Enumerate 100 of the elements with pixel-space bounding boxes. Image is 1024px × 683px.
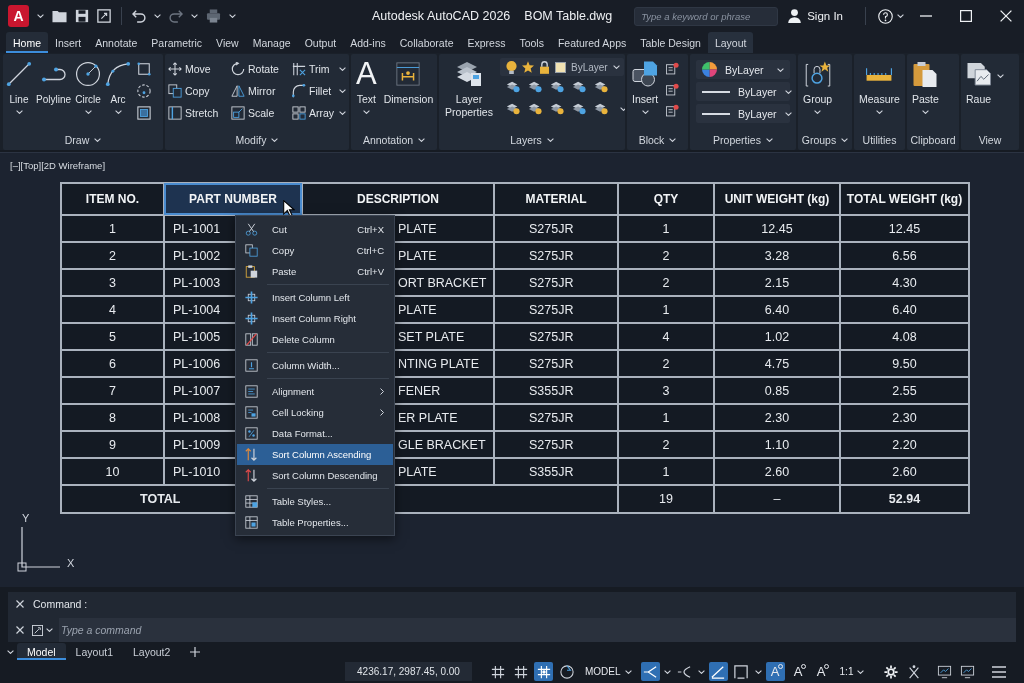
ribbon-button[interactable]: Paste — [909, 58, 942, 128]
caret-icon[interactable] — [897, 14, 904, 18]
caret-icon[interactable] — [697, 669, 705, 674]
annotation-toggle[interactable]: A — [788, 662, 808, 681]
ribbon-button[interactable]: Measure — [856, 58, 903, 128]
property-dropdown[interactable]: ByLayer — [696, 104, 790, 123]
app-logo-button[interactable]: A — [8, 5, 29, 27]
sign-in-button[interactable]: Sign In — [788, 9, 843, 23]
settings-button[interactable] — [881, 662, 901, 681]
caret-icon[interactable] — [37, 14, 44, 18]
ribbon-button[interactable]: Line — [4, 58, 34, 128]
ribbon-tab[interactable]: View — [209, 32, 246, 53]
status-toggle[interactable] — [731, 662, 751, 681]
note-dot-icon[interactable] — [666, 83, 680, 96]
rectangle-icon[interactable] — [137, 62, 152, 76]
layout-tab[interactable]: Layout1 — [65, 643, 123, 660]
menu-item[interactable]: Sort Column Ascending — [237, 444, 393, 465]
ribbon-button[interactable]: Rotate — [231, 58, 292, 80]
status-toggle[interactable] — [534, 662, 553, 681]
note-dot-icon[interactable] — [666, 104, 680, 117]
layer-dropdown[interactable]: ByLayer — [500, 58, 624, 76]
panel-title-button[interactable]: Annotation — [358, 130, 430, 150]
ribbon-tab[interactable]: Table Design — [633, 32, 708, 53]
ribbon-tab[interactable]: Parametric — [144, 32, 210, 53]
status-toggle[interactable] — [708, 662, 728, 681]
ribbon-tab[interactable]: Home — [6, 32, 48, 53]
ribbon-tab[interactable]: Express — [460, 32, 513, 53]
model-tab[interactable]: Model — [17, 643, 66, 660]
panel-title-button[interactable]: Clipboard — [907, 130, 959, 150]
layout-tab[interactable]: Layout2 — [123, 643, 181, 660]
ribbon-button[interactable]: Group — [800, 58, 836, 128]
property-dropdown[interactable]: ByLayer — [696, 82, 790, 101]
panel-title-button[interactable]: Draw — [60, 130, 106, 150]
ribbon-button[interactable]: Move — [168, 58, 231, 80]
annotation-scale-button[interactable]: 1:1 — [834, 662, 870, 681]
column-header[interactable]: ITEM NO. — [61, 183, 164, 215]
viewport-controls[interactable]: [–][Top][2D Wireframe] — [10, 160, 106, 172]
panel-title-button[interactable]: Block — [634, 130, 681, 150]
command-input[interactable]: Type a command — [59, 618, 1016, 642]
note-dot-icon[interactable] — [666, 62, 680, 75]
panel-title-button[interactable]: Modify — [231, 130, 283, 150]
arrow-square-icon[interactable] — [97, 9, 111, 23]
ribbon-button[interactable]: Trim — [292, 58, 348, 80]
model-space-button[interactable]: MODEL — [580, 662, 637, 681]
column-header[interactable]: UNIT WEIGHT (kg) — [714, 183, 840, 215]
panel-title-button[interactable]: Utilities — [858, 130, 901, 150]
close-icon[interactable] — [16, 600, 24, 608]
annotation-toggle[interactable]: A — [765, 662, 785, 681]
ribbon-tab[interactable]: Layout — [707, 32, 754, 53]
panel-title-button[interactable]: Groups — [798, 130, 852, 150]
ribbon-button[interactable]: Layer Properties — [441, 58, 497, 128]
column-header[interactable]: QTY — [618, 183, 714, 215]
plus-icon[interactable] — [190, 646, 201, 657]
menu-item[interactable]: Table Properties... — [237, 512, 393, 533]
ribbon-button[interactable]: Fillet — [292, 80, 348, 102]
ribbon-button[interactable]: Raue — [963, 58, 995, 128]
undo-icon[interactable] — [132, 9, 146, 23]
panel-title-button[interactable]: Properties — [709, 130, 777, 150]
caret-icon[interactable] — [663, 669, 671, 674]
column-header[interactable]: PART NUMBER — [164, 183, 302, 215]
ribbon-tab[interactable]: Collaborate — [392, 32, 461, 53]
ribbon-tab[interactable]: Insert — [48, 32, 89, 53]
ribbon-tab[interactable]: Add-ins — [343, 32, 393, 53]
ribbon-button[interactable]: Circle — [73, 58, 104, 128]
folder-icon[interactable] — [52, 9, 67, 23]
printer-icon[interactable] — [206, 9, 221, 23]
ribbon-button[interactable]: A Text — [353, 58, 380, 128]
ribbon-tab[interactable]: Tools — [512, 32, 551, 53]
caret-icon[interactable] — [229, 14, 236, 18]
ribbon-button[interactable]: Scale — [231, 102, 292, 124]
column-header[interactable]: MATERIAL — [494, 183, 618, 215]
status-toggle[interactable] — [640, 662, 660, 681]
caret-icon[interactable] — [191, 14, 198, 18]
ribbon-button[interactable]: Stretch — [168, 102, 231, 124]
command-options-button[interactable] — [32, 624, 53, 636]
menu-item[interactable]: Table Styles... — [237, 491, 393, 512]
ribbon-button[interactable]: Copy — [168, 80, 231, 102]
ribbon-tab[interactable]: Manage — [245, 32, 298, 53]
redo-icon[interactable] — [169, 9, 183, 23]
close-icon[interactable] — [16, 626, 24, 634]
ribbon-tab[interactable]: Annotate — [88, 32, 145, 53]
dashed-circle-icon[interactable] — [137, 84, 152, 98]
annotation-toggle[interactable]: A — [811, 662, 831, 681]
ribbon-button[interactable]: Polyline — [34, 58, 74, 128]
ribbon-button[interactable]: Dimension — [380, 58, 437, 128]
panel-title-button[interactable]: View — [974, 130, 1006, 150]
column-header[interactable]: TOTAL WEIGHT (kg) — [840, 183, 969, 215]
caret-icon[interactable] — [620, 107, 625, 111]
panel-title-button[interactable]: Layers — [506, 130, 558, 150]
nested-square-icon[interactable] — [137, 106, 152, 120]
property-dropdown[interactable]: ByLayer — [696, 60, 790, 79]
help-icon[interactable] — [878, 8, 893, 24]
ribbon-tab[interactable]: Output — [297, 32, 344, 53]
ribbon-tab[interactable]: Featured Apps — [550, 32, 634, 53]
caret-icon[interactable] — [997, 74, 1005, 78]
ribbon-button[interactable]: Mirror — [231, 80, 292, 102]
caret-icon[interactable] — [154, 14, 161, 18]
ribbon-button[interactable]: Arc — [103, 58, 134, 128]
search-field[interactable]: Type a keyword or phrase — [634, 6, 779, 26]
ribbon-button[interactable]: Array — [292, 102, 348, 124]
